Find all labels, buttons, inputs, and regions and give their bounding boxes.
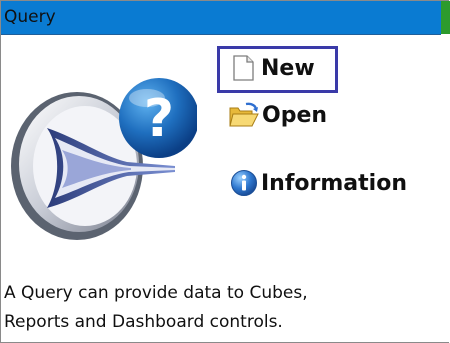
query-panel: Query ? New Open Information A Query can…: [0, 0, 450, 343]
information-label: Information: [261, 170, 407, 196]
open-button[interactable]: Open: [228, 102, 327, 128]
information-button[interactable]: Information: [230, 169, 407, 197]
svg-text:?: ?: [144, 89, 174, 149]
title-bar-accent: [441, 1, 450, 34]
description-line-2: Reports and Dashboard controls.: [4, 312, 283, 332]
title-bar: Query: [1, 1, 450, 35]
description-line-1: A Query can provide data to Cubes,: [4, 283, 308, 303]
open-label: Open: [262, 102, 328, 128]
information-icon: [231, 170, 257, 196]
new-document-icon: [233, 55, 254, 81]
open-folder-icon: [229, 102, 259, 127]
query-description: A Query can provide data to Cubes, Repor…: [4, 279, 308, 337]
new-label: New: [261, 55, 315, 81]
window-title: Query: [4, 7, 56, 27]
new-button[interactable]: New: [231, 55, 315, 81]
query-question-logo-icon: ?: [11, 78, 197, 240]
